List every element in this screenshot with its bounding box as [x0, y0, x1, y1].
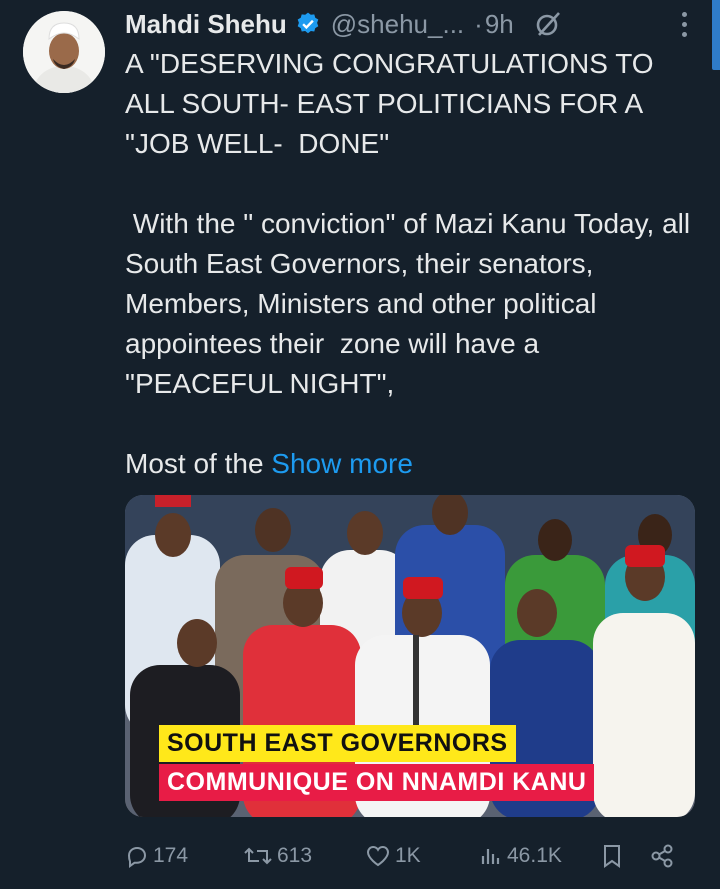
views-button[interactable]: 46.1K: [479, 844, 601, 868]
share-icon: [651, 844, 673, 868]
grok-icon[interactable]: [534, 10, 562, 38]
repost-count: 613: [277, 844, 313, 867]
share-button[interactable]: [649, 843, 675, 869]
more-options-icon[interactable]: [682, 11, 687, 37]
like-button[interactable]: 1K: [365, 844, 479, 868]
reply-icon: [127, 846, 147, 868]
bookmark-icon: [604, 845, 620, 868]
tweet-media-image[interactable]: SOUTH EAST GOVERNORS COMMUNIQUE ON NNAMD…: [125, 495, 695, 817]
show-more-link[interactable]: Show more: [271, 448, 413, 479]
author-name[interactable]: Mahdi Shehu: [125, 9, 287, 40]
media-banner-subtitle: COMMUNIQUE ON NNAMDI KANU: [159, 764, 595, 801]
like-icon: [366, 845, 390, 867]
repost-icon: [244, 847, 272, 865]
views-icon: [481, 849, 500, 864]
repost-button[interactable]: 613: [243, 844, 365, 868]
tweet-actions: 174 613 1K 46.1K: [125, 836, 685, 876]
media-banner-title: SOUTH EAST GOVERNORS: [159, 725, 516, 762]
tweet-text: A "DESERVING CONGRATULATIONS TO ALL SOUT…: [125, 44, 700, 484]
tweet-body: A "DESERVING CONGRATULATIONS TO ALL SOUT…: [125, 48, 691, 479]
avatar-image: [23, 11, 105, 93]
verified-badge-icon: [295, 11, 321, 37]
reply-count: 174: [153, 844, 189, 867]
timestamp[interactable]: 9h: [485, 9, 514, 40]
like-count: 1K: [395, 844, 421, 867]
tweet-header: Mahdi Shehu @shehu_... · 9h: [125, 6, 705, 42]
separator: ·: [474, 8, 483, 39]
reply-button[interactable]: 174: [125, 844, 243, 868]
author-handle[interactable]: @shehu_...: [331, 9, 464, 40]
views-count: 46.1K: [507, 844, 562, 867]
bookmark-button[interactable]: [601, 843, 649, 869]
scrollbar[interactable]: [712, 0, 720, 70]
avatar[interactable]: [23, 11, 105, 93]
